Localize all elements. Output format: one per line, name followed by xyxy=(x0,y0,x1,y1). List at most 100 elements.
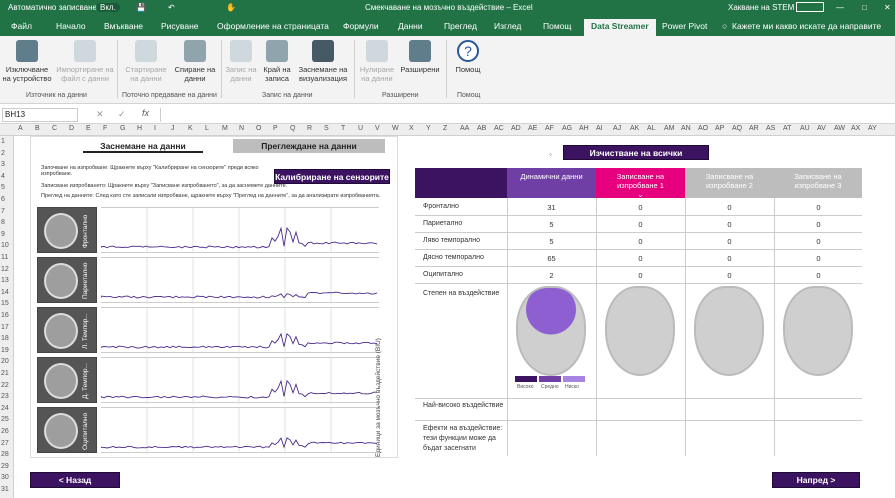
column-header[interactable]: AQ xyxy=(732,125,742,132)
column-header[interactable]: AJ xyxy=(613,125,621,132)
radio-icon[interactable]: ◦ xyxy=(549,150,552,159)
ribbon-display-icon[interactable] xyxy=(796,2,824,12)
column-header[interactable]: Z xyxy=(443,125,447,132)
column-header[interactable]: AA xyxy=(460,125,469,132)
column-header[interactable]: J xyxy=(171,125,175,132)
disconnect-device-button[interactable]: Изключване на устройство xyxy=(2,40,52,83)
column-header[interactable]: D xyxy=(69,125,74,132)
column-header[interactable]: AE xyxy=(528,125,537,132)
row-header[interactable]: 4 xyxy=(1,173,5,180)
insert-function-icon[interactable]: fx xyxy=(142,108,149,118)
column-header[interactable]: B xyxy=(35,125,40,132)
column-header[interactable]: X xyxy=(409,125,414,132)
calibrate-sensors-button[interactable]: Калибриране на сензорите > xyxy=(274,169,390,184)
row-header[interactable]: 12 xyxy=(1,266,9,273)
column-header[interactable]: S xyxy=(324,125,329,132)
column-header[interactable]: K xyxy=(188,125,193,132)
column-header[interactable]: AW xyxy=(834,125,845,132)
back-button[interactable]: < Назад xyxy=(30,472,120,488)
row-header[interactable]: 7 xyxy=(1,208,5,215)
column-header[interactable]: H xyxy=(137,125,142,132)
row-header[interactable]: 19 xyxy=(1,347,9,354)
column-header[interactable]: T xyxy=(341,125,345,132)
column-header[interactable]: AV xyxy=(817,125,826,132)
column-header[interactable]: AC xyxy=(494,125,504,132)
row-header[interactable]: 6 xyxy=(1,196,5,203)
column-header[interactable]: M xyxy=(222,125,228,132)
tab-view[interactable]: Изглед xyxy=(494,21,521,31)
column-header[interactable]: AU xyxy=(800,125,810,132)
column-header[interactable]: G xyxy=(120,125,125,132)
row-header[interactable]: 2 xyxy=(1,150,5,157)
name-box[interactable]: BH13 xyxy=(2,108,78,122)
row-header[interactable]: 14 xyxy=(1,289,9,296)
column-header[interactable]: V xyxy=(375,125,380,132)
row-header[interactable]: 3 xyxy=(1,161,5,168)
row-header[interactable]: 25 xyxy=(1,416,9,423)
column-header[interactable]: U xyxy=(358,125,363,132)
column-header[interactable]: W xyxy=(392,125,399,132)
row-header[interactable]: 15 xyxy=(1,300,9,307)
tab-formulas[interactable]: Формули xyxy=(343,21,379,31)
tab-file[interactable]: Файл xyxy=(11,21,32,31)
tab-review[interactable]: Преглед xyxy=(444,21,477,31)
row-header[interactable]: 24 xyxy=(1,405,9,412)
row-header[interactable]: 27 xyxy=(1,440,9,447)
tab-draw[interactable]: Рисуване xyxy=(161,21,199,31)
row-header[interactable]: 18 xyxy=(1,335,9,342)
start-data-button[interactable]: Стартиране на данни xyxy=(122,40,170,83)
row-header[interactable]: 5 xyxy=(1,184,5,191)
column-header[interactable]: P xyxy=(273,125,278,132)
tell-me-search[interactable]: Кажете ми какво искате да направите xyxy=(732,21,881,31)
row-header[interactable]: 23 xyxy=(1,393,9,400)
column-header[interactable]: AO xyxy=(698,125,708,132)
column-header[interactable]: R xyxy=(307,125,312,132)
column-header[interactable]: A xyxy=(18,125,23,132)
row-header[interactable]: 17 xyxy=(1,324,9,331)
header-record-trial-3[interactable]: Записване на изпробване 3 xyxy=(774,168,862,198)
help-button[interactable]: ? Помощ xyxy=(450,40,486,74)
row-header[interactable]: 8 xyxy=(1,219,5,226)
column-header[interactable]: AH xyxy=(579,125,589,132)
row-header[interactable]: 30 xyxy=(1,474,9,481)
row-header[interactable]: 9 xyxy=(1,231,5,238)
column-header[interactable]: AR xyxy=(749,125,759,132)
column-header[interactable]: AD xyxy=(511,125,521,132)
capture-screenshot-button[interactable]: Заснемане на визуализация xyxy=(296,40,350,83)
column-header[interactable]: Y xyxy=(426,125,431,132)
header-record-trial-2[interactable]: Записване на изпробване 2 xyxy=(685,168,774,198)
column-header[interactable]: Q xyxy=(290,125,295,132)
column-header[interactable]: AN xyxy=(681,125,691,132)
record-data-button[interactable]: Запис на данни xyxy=(224,40,258,83)
row-header[interactable]: 1 xyxy=(1,138,5,145)
next-button[interactable]: Напред > xyxy=(772,472,860,488)
row-header[interactable]: 13 xyxy=(1,277,9,284)
row-header[interactable]: 31 xyxy=(1,486,9,493)
column-header[interactable]: AP xyxy=(715,125,724,132)
close-icon[interactable]: ✕ xyxy=(884,3,891,12)
tab-help[interactable]: Помощ xyxy=(543,21,571,31)
column-header[interactable]: O xyxy=(256,125,261,132)
row-header[interactable]: 10 xyxy=(1,242,9,249)
column-header[interactable]: AX xyxy=(851,125,860,132)
column-header[interactable]: AI xyxy=(596,125,603,132)
column-header[interactable]: AM xyxy=(664,125,675,132)
column-header[interactable]: I xyxy=(154,125,156,132)
formula-input[interactable] xyxy=(160,108,890,122)
column-header[interactable]: AL xyxy=(647,125,656,132)
confirm-icon[interactable]: ✓ xyxy=(118,109,126,120)
row-header[interactable]: 16 xyxy=(1,312,9,319)
row-header[interactable]: 26 xyxy=(1,428,9,435)
column-header[interactable]: AY xyxy=(868,125,877,132)
advanced-button[interactable]: Разширени xyxy=(398,40,442,74)
column-header[interactable]: AS xyxy=(766,125,775,132)
column-header[interactable]: F xyxy=(103,125,107,132)
minimize-icon[interactable]: — xyxy=(836,3,844,12)
user-name[interactable]: Хакване на STEM xyxy=(728,3,794,12)
autosave-toggle[interactable]: Вкл. xyxy=(96,3,120,12)
stop-data-button[interactable]: Спиране на данни xyxy=(172,40,218,83)
column-header[interactable]: AT xyxy=(783,125,791,132)
tab-data[interactable]: Данни xyxy=(398,21,423,31)
save-icon[interactable]: 💾 xyxy=(136,3,146,12)
stop-recording-button[interactable]: Край на записа xyxy=(260,40,294,83)
